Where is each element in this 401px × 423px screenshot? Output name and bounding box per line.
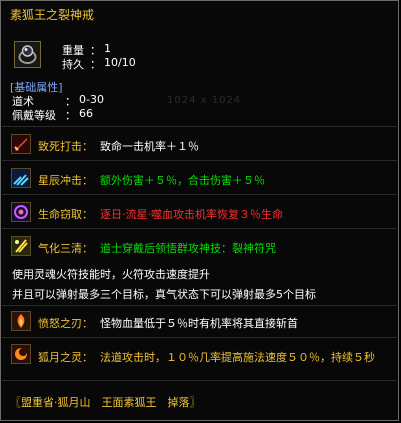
durability-value: 10/10 bbox=[104, 56, 136, 69]
divider bbox=[2, 380, 397, 381]
attr-value-tao: 0-30 bbox=[79, 93, 104, 106]
drop-source: 〖盟重省·狐月山 王面素狐王 掉落〗 bbox=[10, 396, 201, 409]
skill-name-3: 生命窃取： bbox=[38, 208, 93, 221]
skill-name-4: 气化三清： bbox=[38, 242, 93, 255]
item-tooltip: 素狐王之裂神戒 重量 ： 1 持久 ： 10/10 [基础属性] 1024 x … bbox=[0, 0, 399, 421]
skill-desc-2: 额外伤害＋５％，合击伤害＋５％ bbox=[100, 174, 265, 187]
attr-colon: ： bbox=[65, 109, 76, 122]
attr-value-level: 66 bbox=[79, 107, 93, 120]
divider bbox=[2, 126, 397, 127]
item-title: 素狐王之裂神戒 bbox=[10, 8, 95, 22]
skill-name-5: 愤怒之刃： bbox=[38, 317, 93, 330]
skill-name-2: 星辰冲击： bbox=[38, 174, 93, 187]
skill-name-6: 狐月之灵： bbox=[38, 351, 93, 364]
life-icon bbox=[11, 202, 31, 222]
weight-value: 1 bbox=[104, 42, 111, 55]
skill-name-1: 致死打击： bbox=[38, 140, 93, 153]
skill-desc-6: 法道攻击时，１０％几率提高施法速度５０％，持续５秒 bbox=[100, 351, 375, 364]
divider bbox=[2, 228, 397, 229]
qi-icon bbox=[11, 236, 31, 256]
skill-desc-5: 怪物血量低于５％时有机率将其直接斩首 bbox=[100, 317, 298, 330]
divider bbox=[2, 337, 397, 338]
fox-moon-icon bbox=[11, 344, 31, 364]
skill-desc-4: 道士穿戴后领悟群攻神技：裂神符咒 bbox=[100, 242, 276, 255]
watermark: 1024 x 1024 bbox=[167, 95, 242, 106]
ring-icon bbox=[14, 41, 41, 68]
skill-desc-1: 致命一击机率＋１％ bbox=[100, 140, 199, 153]
durability-colon: ： bbox=[90, 58, 101, 71]
sword-icon bbox=[11, 134, 31, 154]
effect-line-2: 并且可以弹射最多三个目标，真气状态下可以弹射最多5个目标 bbox=[12, 288, 316, 301]
skill-desc-3: 逐日·流星·噬血攻击机率恢复３％生命 bbox=[100, 208, 283, 221]
fire-blade-icon bbox=[11, 311, 31, 331]
star-icon bbox=[11, 168, 31, 188]
durability-label: 持久 bbox=[62, 58, 84, 71]
divider bbox=[2, 160, 397, 161]
divider bbox=[2, 305, 397, 306]
attr-label-level: 佩戴等级 bbox=[12, 109, 56, 122]
effect-line-1: 使用灵魂火符技能时，火符攻击速度提升 bbox=[12, 268, 210, 281]
divider bbox=[2, 194, 397, 195]
